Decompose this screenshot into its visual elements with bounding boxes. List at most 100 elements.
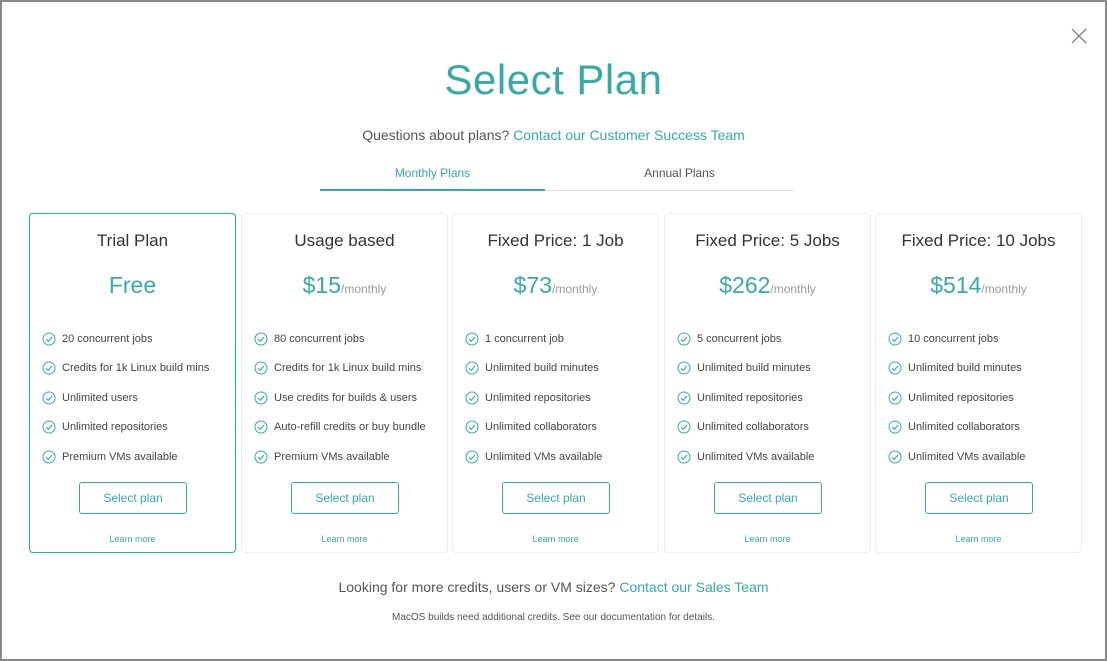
- tab-monthly-plans[interactable]: Monthly Plans: [320, 159, 545, 191]
- plans-question: Questions about plans? Contact our Custo…: [2, 127, 1105, 143]
- plan-price-period: /monthly: [981, 282, 1027, 296]
- plan-feature-label: Unlimited build minutes: [485, 362, 599, 375]
- learn-more-link[interactable]: Learn more: [242, 534, 447, 544]
- select-plan-button[interactable]: Select plan: [925, 482, 1033, 514]
- plan-feature: Unlimited repositories: [465, 383, 654, 413]
- check-circle-icon: [254, 420, 268, 434]
- plan-feature: Premium VMs available: [42, 442, 231, 472]
- check-circle-icon: [42, 361, 56, 375]
- plan-features-list: 80 concurrent jobs Credits for 1k Linux b…: [254, 324, 443, 472]
- plan-feature: Unlimited repositories: [888, 383, 1077, 413]
- plan-feature: Unlimited collaborators: [888, 413, 1077, 443]
- tab-annual-plans[interactable]: Annual Plans: [567, 159, 792, 191]
- contact-customer-success-link[interactable]: Contact our Customer Success Team: [513, 127, 745, 143]
- plan-feature: Credits for 1k Linux build mins: [42, 354, 231, 384]
- macos-note: MacOS builds need additional credits. Se…: [392, 612, 715, 623]
- plan-card-fixed-1-job[interactable]: Fixed Price: 1 Job $73/monthly 1 concurren…: [452, 213, 659, 553]
- plan-feature: Unlimited build minutes: [677, 354, 866, 384]
- plan-feature: Premium VMs available: [254, 442, 443, 472]
- plan-price-period: /monthly: [341, 282, 387, 296]
- check-circle-icon: [888, 332, 902, 346]
- sales-question-text: Looking for more credits, users or VM si…: [338, 579, 616, 595]
- plan-feature-label: Unlimited collaborators: [485, 421, 597, 434]
- plan-feature-label: Premium VMs available: [62, 450, 178, 463]
- plans-question-text: Questions about plans?: [362, 127, 510, 143]
- plan-feature: Unlimited users: [42, 383, 231, 413]
- plan-title: Fixed Price: 5 Jobs: [695, 231, 840, 250]
- plan-price-amount: $262: [719, 272, 771, 298]
- plan-features-list: 20 concurrent jobs Credits for 1k Linux b…: [42, 324, 231, 472]
- close-icon[interactable]: [1069, 26, 1089, 46]
- learn-more-link[interactable]: Learn more: [876, 534, 1081, 544]
- check-circle-icon: [465, 450, 479, 464]
- plan-feature-label: 5 concurrent jobs: [697, 332, 782, 345]
- plan-period-tabs: Monthly Plans Annual Plans: [320, 159, 794, 191]
- plan-feature-label: 20 concurrent jobs: [62, 332, 153, 345]
- plan-feature: Unlimited VMs available: [465, 442, 654, 472]
- plan-price-amount: $514: [930, 272, 982, 298]
- select-plan-button[interactable]: Select plan: [291, 482, 399, 514]
- plan-feature-label: Premium VMs available: [274, 450, 390, 463]
- plan-feature-label: Unlimited repositories: [697, 391, 803, 404]
- plan-card-usage-based[interactable]: Usage based $15/monthly 80 concurrent jobs…: [241, 213, 448, 553]
- plan-title: Usage based: [294, 231, 395, 250]
- learn-more-link[interactable]: Learn more: [30, 534, 235, 544]
- check-circle-icon: [888, 450, 902, 464]
- plan-feature-label: Unlimited collaborators: [697, 421, 809, 434]
- plan-price: Free: [30, 272, 235, 299]
- plan-price: $73/monthly: [453, 272, 658, 299]
- plan-feature-label: 1 concurrent job: [485, 332, 564, 345]
- plan-feature-label: Unlimited VMs available: [697, 450, 815, 463]
- contact-sales-link[interactable]: Contact our Sales Team: [619, 579, 768, 595]
- plan-feature: Unlimited repositories: [677, 383, 866, 413]
- plan-card-trial-plan[interactable]: Trial Plan Free 20 concurrent jobs Credits …: [29, 213, 236, 553]
- plan-price-period: /monthly: [770, 282, 816, 296]
- plan-feature-label: Credits for 1k Linux build mins: [62, 362, 210, 375]
- plan-feature: Unlimited build minutes: [465, 354, 654, 384]
- plan-feature: Unlimited VMs available: [677, 442, 866, 472]
- plan-card-fixed-10-jobs[interactable]: Fixed Price: 10 Jobs $514/monthly 10 concu…: [875, 213, 1082, 553]
- check-circle-icon: [254, 361, 268, 375]
- plan-feature: 1 concurrent job: [465, 324, 654, 354]
- plan-feature-label: Unlimited users: [62, 391, 138, 404]
- check-circle-icon: [42, 391, 56, 405]
- plan-feature-label: Unlimited repositories: [485, 391, 591, 404]
- plan-price-amount: $73: [513, 272, 552, 298]
- plan-feature-label: Unlimited VMs available: [908, 450, 1026, 463]
- select-plan-button[interactable]: Select plan: [79, 482, 187, 514]
- plan-features-list: 10 concurrent jobs Unlimited build minute…: [888, 324, 1077, 472]
- plan-price-amount: $15: [302, 272, 341, 298]
- plan-feature: Unlimited VMs available: [888, 442, 1077, 472]
- plan-price-amount: Free: [108, 272, 157, 298]
- plan-feature: Unlimited repositories: [42, 413, 231, 443]
- check-circle-icon: [888, 420, 902, 434]
- plan-feature: 80 concurrent jobs: [254, 324, 443, 354]
- learn-more-link[interactable]: Learn more: [665, 534, 870, 544]
- plan-features-list: 1 concurrent job Unlimited build minutes U…: [465, 324, 654, 472]
- plan-title: Fixed Price: 1 Job: [487, 231, 624, 250]
- plan-price: $262/monthly: [665, 272, 870, 299]
- plan-feature-label: Unlimited VMs available: [485, 450, 603, 463]
- plan-feature: Auto-refill credits or buy bundle: [254, 413, 443, 443]
- plan-feature-label: Unlimited collaborators: [908, 421, 1020, 434]
- select-plan-modal: Select Plan Questions about plans? Conta…: [0, 0, 1107, 661]
- check-circle-icon: [254, 391, 268, 405]
- check-circle-icon: [42, 332, 56, 346]
- plan-feature-label: Credits for 1k Linux build mins: [274, 362, 422, 375]
- plan-feature: 10 concurrent jobs: [888, 324, 1077, 354]
- check-circle-icon: [42, 420, 56, 434]
- check-circle-icon: [888, 361, 902, 375]
- page-title: Select Plan: [444, 56, 663, 103]
- plan-feature-label: Auto-refill credits or buy bundle: [274, 421, 426, 434]
- select-plan-button[interactable]: Select plan: [502, 482, 610, 514]
- plan-price-period: /monthly: [552, 282, 598, 296]
- check-circle-icon: [465, 361, 479, 375]
- plan-price: $15/monthly: [242, 272, 447, 299]
- learn-more-link[interactable]: Learn more: [453, 534, 658, 544]
- select-plan-button[interactable]: Select plan: [714, 482, 822, 514]
- check-circle-icon: [465, 420, 479, 434]
- check-circle-icon: [465, 332, 479, 346]
- plan-feature-label: 10 concurrent jobs: [908, 332, 999, 345]
- plan-feature: Credits for 1k Linux build mins: [254, 354, 443, 384]
- plan-card-fixed-5-jobs[interactable]: Fixed Price: 5 Jobs $262/monthly 5 concurr…: [664, 213, 871, 553]
